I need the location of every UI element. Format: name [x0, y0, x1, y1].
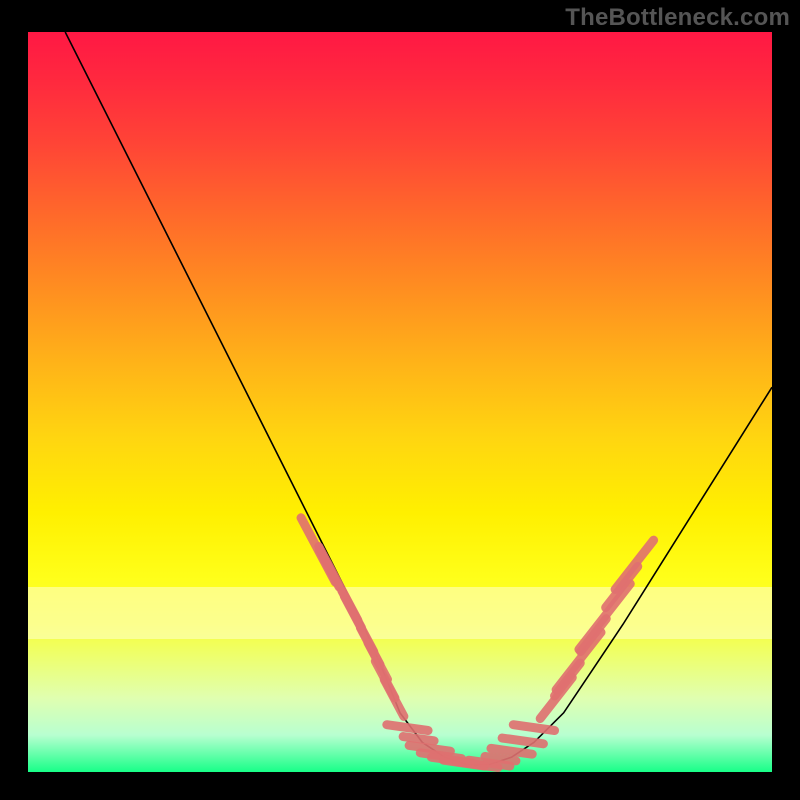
- tick-group-right: [540, 540, 653, 718]
- tick-segment: [579, 584, 630, 650]
- tick-segment: [502, 738, 543, 744]
- bottleneck-curve: [65, 32, 772, 765]
- tick-segment: [513, 725, 554, 731]
- tick-group-left: [301, 518, 404, 717]
- tick-group-bottom: [387, 725, 555, 768]
- tick-segment: [384, 680, 404, 717]
- tick-segment: [491, 748, 532, 754]
- tick-segment: [485, 757, 516, 761]
- tick-segment: [387, 725, 428, 731]
- tick-segment: [403, 737, 434, 741]
- brand-watermark: TheBottleneck.com: [565, 4, 790, 32]
- chart-stage: TheBottleneck.com: [0, 0, 800, 800]
- curve-overlay: [28, 32, 772, 772]
- gradient-panel: [28, 32, 772, 772]
